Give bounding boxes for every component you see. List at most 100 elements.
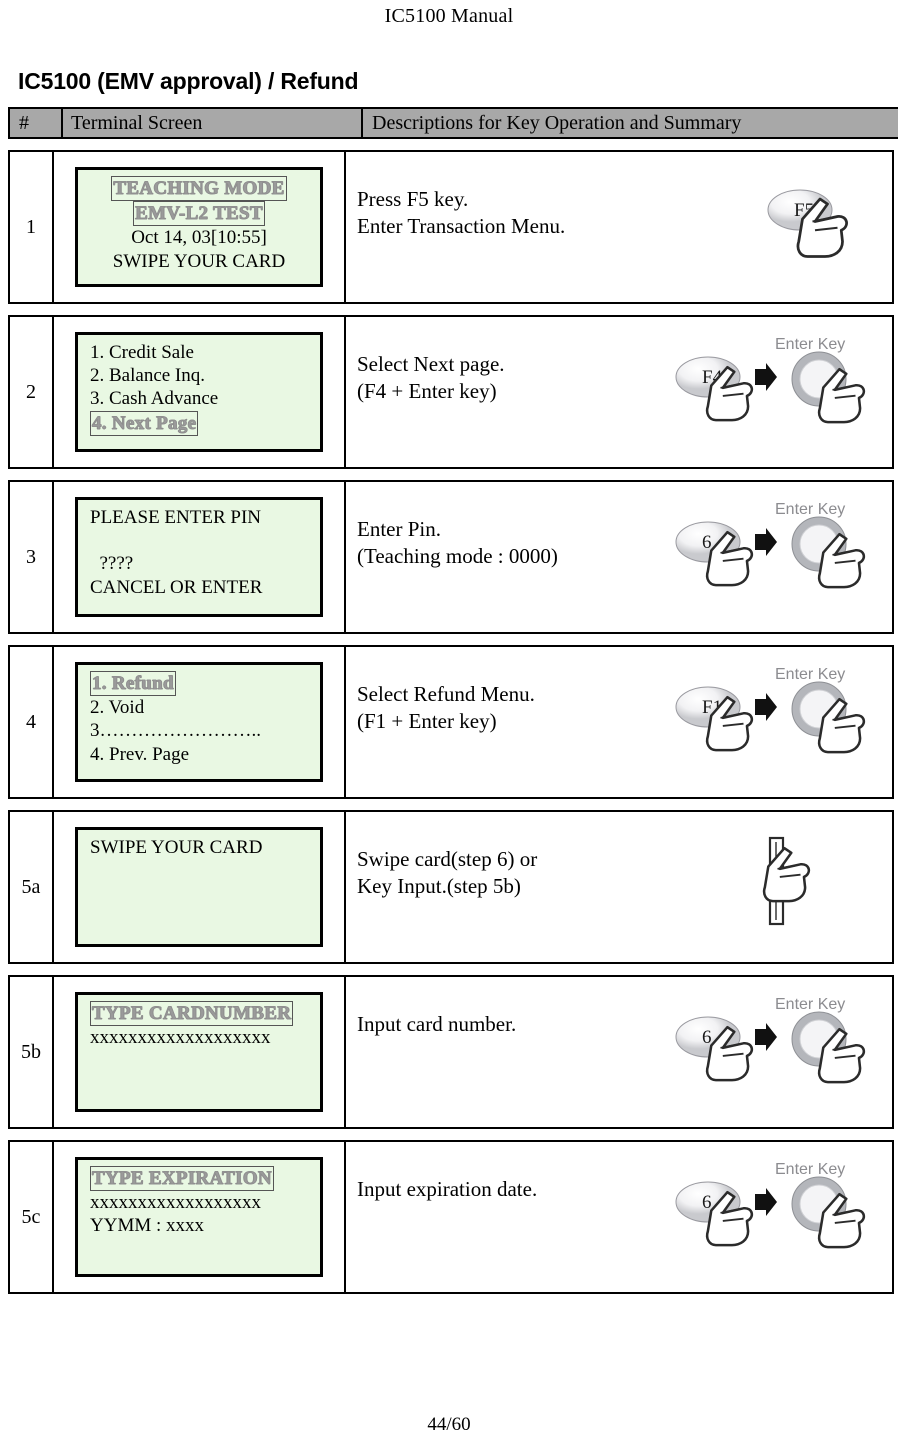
page-title: IC5100 (EMV approval) / Refund: [18, 68, 359, 94]
step-number: 3: [8, 480, 54, 634]
step-number: 5c: [8, 1140, 54, 1294]
description-cell: Enter Pin. (Teaching mode : 0000) Enter …: [344, 480, 894, 634]
key-illustration-6-enter: Enter Key 6: [675, 996, 866, 1084]
step-number: 5a: [8, 810, 54, 964]
description-text: Select Next page. (F4 + Enter key): [357, 352, 505, 404]
key-illustration-F5: F5: [767, 189, 848, 258]
card-swipe-illustration: [762, 836, 811, 926]
step-row: 5c TYPE EXPIRATION xxxxxxxxxxxxxxxxxx YYMM…: [8, 1140, 894, 1294]
key-operation-illustration: Enter Key 6: [671, 1152, 886, 1280]
step-row: 1 TEACHING MODE EMV-L2 TEST Oct 14, 03[10:…: [8, 150, 894, 304]
svg-text:Enter Key: Enter Key: [775, 501, 845, 518]
description-text: Input expiration date.: [357, 1177, 538, 1201]
terminal-lcd: 1. Refund 2. Void 3…………………….. 4. Prev. Page: [75, 662, 323, 782]
column-header-description: Descriptions for Key Operation and Summa…: [361, 107, 898, 139]
lcd-line-text: TYPE EXPIRATION: [90, 1166, 274, 1192]
table-row: 1 TEACHING MODE EMV-L2 TEST Oct 14, 03[10:…: [8, 150, 894, 304]
key-illustration-F4-enter: Enter Key F4: [675, 336, 866, 424]
svg-text:Enter Key: Enter Key: [775, 336, 845, 353]
key-operation-illustration: F5: [754, 170, 878, 298]
page-running-head: IC5100 Manual: [384, 5, 514, 27]
lcd-line-highlighted: EMV-L2 TEST: [78, 201, 320, 227]
step-row: 5b TYPE CARDNUMBER xxxxxxxxxxxxxxxxxxx In…: [8, 975, 894, 1129]
lcd-line: 4. Prev. Page: [90, 743, 190, 765]
lcd-line: SWIPE YOUR CARD: [112, 250, 286, 272]
table-header-row: # Terminal Screen Descriptions for Key O…: [8, 107, 898, 139]
step-number: 2: [8, 315, 54, 469]
step-number: 1: [8, 150, 54, 304]
table-header: # Terminal Screen Descriptions for Key O…: [8, 107, 898, 139]
description-text: Input card number.: [357, 1012, 517, 1036]
lcd-line: CANCEL OR ENTER: [90, 576, 263, 598]
description-cell: Input expiration date. Enter Key 6: [344, 1140, 894, 1294]
key-operation-illustration: [748, 830, 840, 930]
key-illustration-6-enter: Enter Key 6: [675, 501, 866, 589]
description-cell: Select Next page. (F4 + Enter key) Enter…: [344, 315, 894, 469]
description-text: Press F5 key. Enter Transaction Menu.: [357, 187, 566, 239]
description-text: Swipe card(step 6) or Key Input.(step 5b…: [357, 847, 538, 899]
step-number: 4: [8, 645, 54, 799]
svg-text:Enter Key: Enter Key: [775, 666, 845, 683]
procedure-table: # Terminal Screen Descriptions for Key O…: [8, 107, 898, 1294]
lcd-line: Oct 14, 03[10:55]: [131, 227, 267, 249]
key-operation-illustration: Enter Key F4: [671, 327, 886, 455]
svg-text:6: 6: [702, 1192, 712, 1213]
description-text: Enter Pin. (Teaching mode : 0000): [357, 517, 558, 569]
terminal-screen-cell: SWIPE YOUR CARD: [52, 810, 346, 964]
lcd-line-highlighted: 1. Refund: [78, 671, 320, 697]
lcd-line-highlighted: 4. Next Page: [78, 410, 320, 436]
lcd-line-highlighted: TYPE CARDNUMBER: [78, 1001, 320, 1027]
lcd-line: 3. Cash Advance: [90, 388, 219, 410]
lcd-line: ????: [90, 553, 134, 575]
column-header-number: #: [8, 107, 63, 139]
lcd-line-highlighted: TYPE EXPIRATION: [78, 1166, 320, 1192]
table-row: 5b TYPE CARDNUMBER xxxxxxxxxxxxxxxxxxx In…: [8, 975, 894, 1129]
terminal-lcd: TEACHING MODE EMV-L2 TEST Oct 14, 03[10:55…: [75, 167, 323, 287]
lcd-line: PLEASE ENTER PIN: [90, 507, 261, 528]
svg-text:6: 6: [702, 532, 712, 553]
table-row: 3 PLEASE ENTER PIN ???? CANCEL OR ENTER E…: [8, 480, 894, 634]
lcd-line-text: TEACHING MODE: [111, 176, 287, 202]
terminal-lcd: SWIPE YOUR CARD: [75, 827, 323, 947]
description-cell: Press F5 key. Enter Transaction Menu. F5: [344, 150, 894, 304]
step-row: 5a SWIPE YOUR CARD Swipe card(step 6) or…: [8, 810, 894, 964]
key-illustration-6-enter: Enter Key 6: [675, 1161, 866, 1249]
lcd-line: xxxxxxxxxxxxxxxxxxx: [90, 1027, 271, 1049]
page-footer: 44/60: [427, 1414, 471, 1435]
terminal-screen-cell: PLEASE ENTER PIN ???? CANCEL OR ENTER: [52, 480, 346, 634]
terminal-lcd: PLEASE ENTER PIN ???? CANCEL OR ENTER: [75, 497, 323, 617]
lcd-line: xxxxxxxxxxxxxxxxxx: [90, 1192, 261, 1214]
table-body: 1 TEACHING MODE EMV-L2 TEST Oct 14, 03[10:…: [8, 150, 894, 1294]
terminal-screen-cell: 1. Credit Sale 2. Balance Inq. 3. Cash Adv…: [52, 315, 346, 469]
key-illustration-F1-enter: Enter Key F1: [675, 666, 866, 754]
step-row: 4 1. Refund 2. Void 3…………………….. 4. Prev. Pa…: [8, 645, 894, 799]
description-cell: Select Refund Menu. (F1 + Enter key) Ent…: [344, 645, 894, 799]
lcd-line: 2. Void: [90, 697, 145, 719]
terminal-screen-cell: TYPE EXPIRATION xxxxxxxxxxxxxxxxxx YYMM : …: [52, 1140, 346, 1294]
table-row: 2 1. Credit Sale 2. Balance Inq. 3. Cash A…: [8, 315, 894, 469]
key-operation-illustration: Enter Key 6: [671, 987, 886, 1115]
terminal-lcd: TYPE CARDNUMBER xxxxxxxxxxxxxxxxxxx: [75, 992, 323, 1112]
step-number: 5b: [8, 975, 54, 1129]
lcd-line: 3……………………..: [90, 720, 261, 742]
terminal-screen-cell: TYPE CARDNUMBER xxxxxxxxxxxxxxxxxxx: [52, 975, 346, 1129]
terminal-lcd: 1. Credit Sale 2. Balance Inq. 3. Cash Adv…: [75, 332, 323, 452]
lcd-line-text: EMV-L2 TEST: [133, 201, 265, 227]
lcd-line-text: 4. Next Page: [90, 410, 199, 436]
terminal-screen-cell: TEACHING MODE EMV-L2 TEST Oct 14, 03[10:55…: [52, 150, 346, 304]
key-operation-illustration: Enter Key F1: [671, 657, 886, 785]
table-row: 5a SWIPE YOUR CARD Swipe card(step 6) or…: [8, 810, 894, 964]
description-cell: Input card number. Enter Key 6: [344, 975, 894, 1129]
column-header-terminal-screen: Terminal Screen: [61, 107, 363, 139]
svg-text:Enter Key: Enter Key: [775, 996, 845, 1013]
step-row: 2 1. Credit Sale 2. Balance Inq. 3. Cash A…: [8, 315, 894, 469]
terminal-lcd: TYPE EXPIRATION xxxxxxxxxxxxxxxxxx YYMM : …: [75, 1157, 323, 1277]
lcd-line-text: TYPE CARDNUMBER: [90, 1001, 294, 1027]
lcd-line-text: 1. Refund: [90, 671, 176, 697]
table-row: 5c TYPE EXPIRATION xxxxxxxxxxxxxxxxxx YYMM…: [8, 1140, 894, 1294]
key-operation-illustration: Enter Key 6: [671, 492, 886, 620]
svg-text:6: 6: [702, 1027, 712, 1048]
lcd-line: 1. Credit Sale: [90, 342, 194, 363]
lcd-line-highlighted: TEACHING MODE: [78, 176, 320, 202]
lcd-line: SWIPE YOUR CARD: [90, 837, 263, 858]
